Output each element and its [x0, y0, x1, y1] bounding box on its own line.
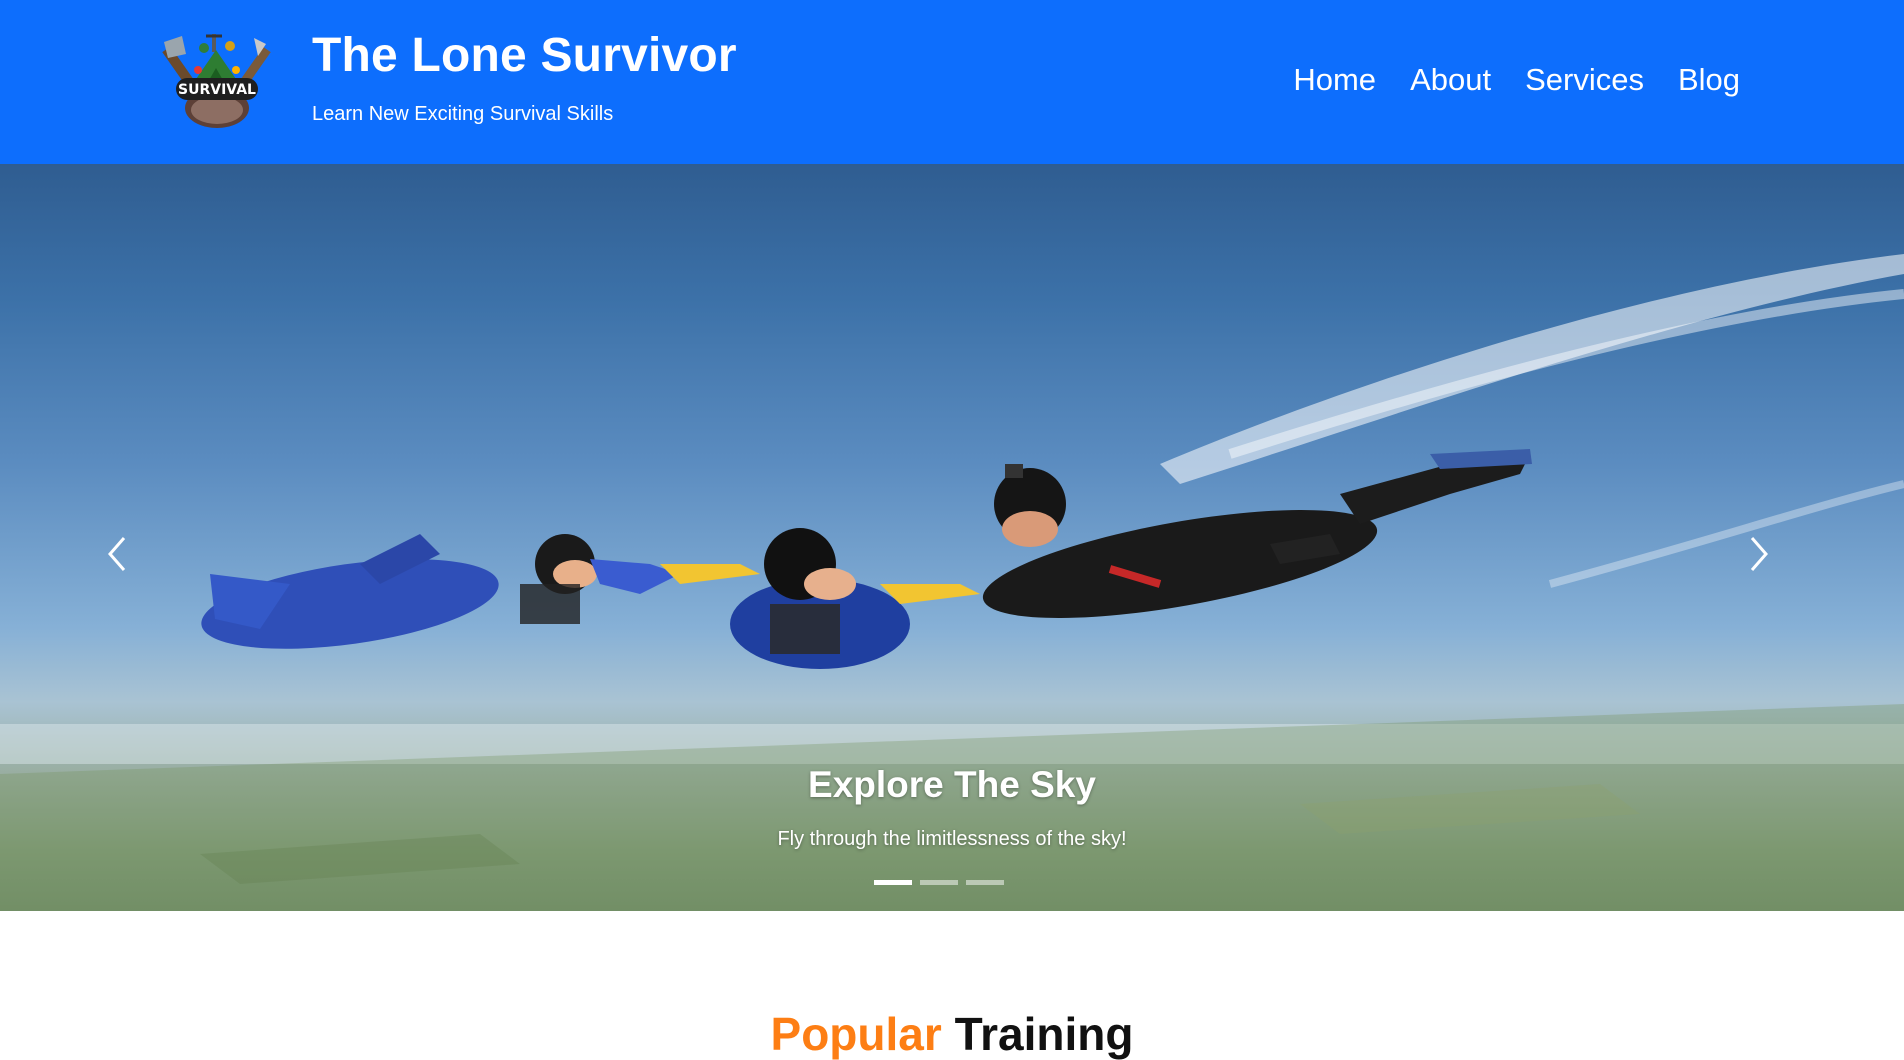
- hero-carousel: Explore The Sky Fly through the limitles…: [0, 164, 1904, 911]
- chevron-right-icon: [1750, 537, 1768, 571]
- nav-services[interactable]: Services: [1525, 58, 1644, 102]
- carousel-next-button[interactable]: [1738, 524, 1778, 584]
- survival-badge-icon[interactable]: SURVIVAL: [158, 30, 276, 130]
- indicator-slide-2[interactable]: [920, 880, 958, 885]
- heading-rest: Training: [954, 1008, 1134, 1060]
- carousel-prev-button[interactable]: [98, 524, 138, 584]
- site-title[interactable]: The Lone Survivor: [312, 30, 737, 80]
- caption-title: Explore The Sky: [808, 764, 1096, 805]
- main-nav: Home About Services Blog: [1293, 58, 1740, 102]
- logo-text: SURVIVAL: [178, 82, 256, 98]
- brand-text: The Lone Survivor Learn New Exciting Sur…: [312, 30, 737, 126]
- nav-blog[interactable]: Blog: [1678, 58, 1740, 102]
- brand[interactable]: SURVIVAL The Lone Survivor Learn New Exc…: [158, 30, 737, 130]
- indicator-slide-3[interactable]: [966, 880, 1004, 885]
- site-tagline: Learn New Exciting Survival Skills: [312, 103, 614, 125]
- nav-about[interactable]: About: [1410, 58, 1491, 102]
- chevron-left-icon: [108, 537, 126, 571]
- popular-training-heading: Popular Training: [0, 1008, 1904, 1060]
- site-header: SURVIVAL The Lone Survivor Learn New Exc…: [0, 0, 1904, 164]
- indicator-slide-1[interactable]: [874, 880, 912, 885]
- carousel-indicators: [874, 880, 1004, 885]
- heading-accent: Popular: [770, 1008, 942, 1060]
- nav-home[interactable]: Home: [1293, 58, 1376, 102]
- caption-text: Fly through the limitlessness of the sky…: [777, 828, 1127, 850]
- carousel-caption: Explore The Sky Fly through the limitles…: [0, 761, 1904, 851]
